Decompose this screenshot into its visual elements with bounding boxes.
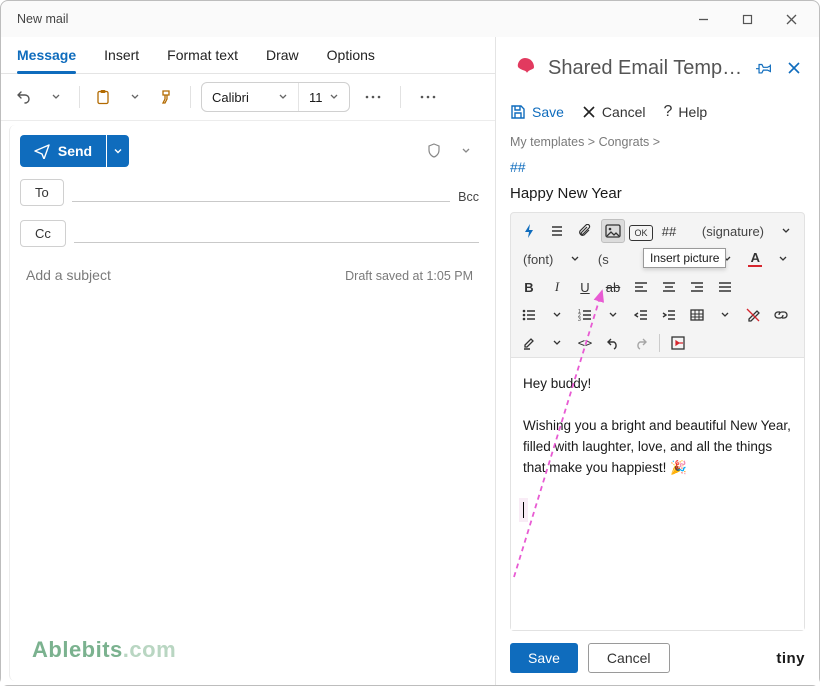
hash-marker: ## xyxy=(510,159,805,175)
bold-button[interactable]: B xyxy=(517,275,541,299)
highlight-button[interactable] xyxy=(517,331,541,355)
compose-pane: Message Insert Format text Draw Options xyxy=(1,37,495,685)
insert-picture-button[interactable] xyxy=(601,219,625,243)
bcc-button[interactable]: Bcc xyxy=(458,190,479,206)
table-chevron[interactable] xyxy=(713,303,737,327)
cc-input[interactable] xyxy=(74,242,479,243)
font-color-chevron[interactable] xyxy=(771,247,795,271)
font-picker[interactable]: Calibri 11 xyxy=(201,82,350,112)
editor-content[interactable]: Hey buddy! Wishing you a bright and beau… xyxy=(511,357,804,630)
template-editor: OK ## (signature) (font) xyxy=(510,212,805,631)
greeting-line: Hey buddy! xyxy=(523,374,792,395)
align-justify-button[interactable] xyxy=(713,275,737,299)
format-painter-button[interactable] xyxy=(154,84,180,110)
align-center-button[interactable] xyxy=(657,275,681,299)
font-chevron[interactable] xyxy=(563,247,587,271)
minimize-button[interactable] xyxy=(681,4,725,34)
to-field-row: To Bcc xyxy=(20,175,479,210)
app-logo-icon xyxy=(510,53,540,83)
cc-button[interactable]: Cc xyxy=(20,220,66,247)
ablebits-watermark: Ablebits.com xyxy=(32,637,176,663)
text-caret xyxy=(523,502,524,518)
footer-cancel-button[interactable]: Cancel xyxy=(588,643,670,673)
bullet-chevron[interactable] xyxy=(545,303,569,327)
body-paragraph: Wishing you a bright and beautiful New Y… xyxy=(523,416,792,479)
toolbar-overflow-2[interactable] xyxy=(411,84,445,110)
encrypt-button[interactable] xyxy=(421,138,447,164)
editor-undo-button[interactable] xyxy=(601,331,625,355)
send-label: Send xyxy=(58,143,92,159)
action-cancel[interactable]: Cancel xyxy=(582,104,646,120)
template-title[interactable]: Happy New Year xyxy=(510,185,805,202)
bullet-list-button[interactable] xyxy=(517,303,541,327)
panel-actions: Save Cancel ? Help xyxy=(510,103,805,121)
undo-dropdown[interactable] xyxy=(43,84,69,110)
font-color-button[interactable]: A xyxy=(743,247,767,271)
font-dropdown[interactable]: (font) xyxy=(517,247,559,271)
tab-format-text[interactable]: Format text xyxy=(167,41,238,73)
font-name: Calibri xyxy=(212,90,249,105)
send-dropdown-button[interactable] xyxy=(107,135,129,167)
underline-button[interactable]: U xyxy=(573,275,597,299)
tab-draw[interactable]: Draw xyxy=(266,41,299,73)
titlebar: New mail xyxy=(1,1,819,37)
pin-button[interactable] xyxy=(753,57,775,79)
size-dropdown[interactable]: (s xyxy=(591,247,615,271)
ribbon-tabs: Message Insert Format text Draw Options xyxy=(1,37,495,74)
ok-badge-button[interactable]: OK xyxy=(629,225,653,241)
paste-dropdown[interactable] xyxy=(122,84,148,110)
tab-options[interactable]: Options xyxy=(327,41,375,73)
attach-icon[interactable] xyxy=(573,219,597,243)
paste-button[interactable] xyxy=(90,84,116,110)
panel-close-button[interactable] xyxy=(783,57,805,79)
strike-button[interactable]: ab xyxy=(601,275,625,299)
panel-title: Shared Email Temp… xyxy=(548,57,745,80)
editor-redo-button[interactable] xyxy=(629,331,653,355)
align-left-button[interactable] xyxy=(629,275,653,299)
action-help[interactable]: ? Help xyxy=(664,103,708,121)
compose-body: Send To Bcc xyxy=(9,125,491,681)
signature-dropdown[interactable]: (signature) xyxy=(696,219,770,243)
tab-insert[interactable]: Insert xyxy=(104,41,139,73)
italic-button[interactable]: I xyxy=(545,275,569,299)
compose-toolbar: Calibri 11 xyxy=(1,74,495,121)
outdent-button[interactable] xyxy=(629,303,653,327)
send-button[interactable]: Send xyxy=(20,135,106,167)
number-list-button[interactable]: 123 xyxy=(573,303,597,327)
action-save[interactable]: Save xyxy=(510,104,564,120)
macro-button[interactable]: ## xyxy=(657,219,681,243)
bolt-icon[interactable] xyxy=(517,219,541,243)
exit-button[interactable] xyxy=(666,331,690,355)
tiny-logo: tiny xyxy=(776,650,805,667)
highlight-chevron[interactable] xyxy=(545,331,569,355)
font-size: 11 xyxy=(309,90,323,105)
source-code-button[interactable]: <> xyxy=(573,331,597,355)
signature-chevron[interactable] xyxy=(774,219,798,243)
footer-save-button[interactable]: Save xyxy=(510,643,578,673)
align-right-button[interactable] xyxy=(685,275,709,299)
link-button[interactable] xyxy=(769,303,793,327)
undo-button[interactable] xyxy=(11,84,37,110)
tab-message[interactable]: Message xyxy=(17,41,76,73)
table-button[interactable] xyxy=(685,303,709,327)
draft-status: Draft saved at 1:05 PM xyxy=(345,269,473,283)
to-button[interactable]: To xyxy=(20,179,64,206)
close-button[interactable] xyxy=(769,4,813,34)
templates-panel: Shared Email Temp… Save Cancel xyxy=(495,37,819,685)
maximize-button[interactable] xyxy=(725,4,769,34)
window-title: New mail xyxy=(17,12,681,26)
clear-format-button[interactable] xyxy=(741,303,765,327)
subject-input[interactable]: Add a subject xyxy=(26,267,111,283)
encrypt-dropdown[interactable] xyxy=(453,138,479,164)
app-window: New mail Message Insert Format text Draw… xyxy=(0,0,820,686)
svg-text:3: 3 xyxy=(578,317,581,321)
toolbar-overflow-1[interactable] xyxy=(356,84,390,110)
fields-icon[interactable] xyxy=(545,219,569,243)
cc-field-row: Cc xyxy=(20,216,479,251)
indent-button[interactable] xyxy=(657,303,681,327)
insert-picture-tooltip: Insert picture xyxy=(643,248,726,268)
number-chevron[interactable] xyxy=(601,303,625,327)
to-input[interactable] xyxy=(72,201,450,202)
breadcrumbs[interactable]: My templates > Congrats > xyxy=(510,135,805,149)
